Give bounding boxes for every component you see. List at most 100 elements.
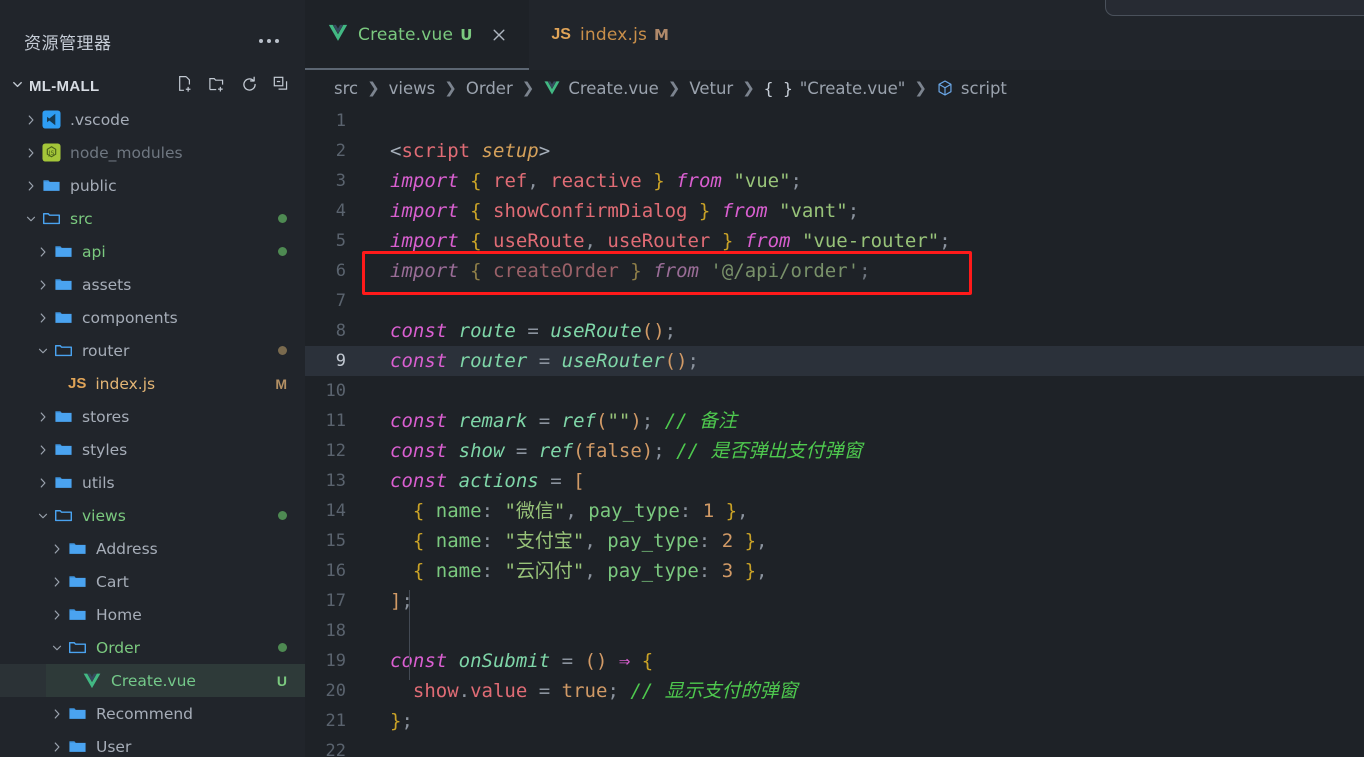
tab-create-vue[interactable]: Create.vue U	[305, 0, 530, 70]
tree-item-components[interactable]: components	[0, 301, 305, 334]
chevron-right-icon[interactable]	[34, 311, 52, 325]
tree-item-utils[interactable]: utils	[0, 466, 305, 499]
explorer-title-bar: 资源管理器	[0, 12, 305, 70]
code-line-3[interactable]: 3 import { ref, reactive } from "vue";	[305, 166, 1364, 196]
breadcrumb-item-order[interactable]: Order	[466, 79, 513, 98]
chevron-right-icon[interactable]	[22, 146, 40, 160]
code-text: import { createOrder } from '@/api/order…	[390, 260, 871, 282]
chevron-down-icon[interactable]	[10, 77, 25, 97]
tree-item-label: node_modules	[70, 143, 183, 162]
chevron-right-icon[interactable]	[48, 608, 66, 622]
code-line-18[interactable]: 18	[305, 616, 1364, 646]
line-number: 1	[335, 111, 346, 131]
tree-item-node-modules[interactable]: JS node_modules	[0, 136, 305, 169]
code-line-9[interactable]: 9 const router = useRouter();	[305, 346, 1364, 376]
tree-item-order[interactable]: Order	[0, 631, 305, 664]
tab-index-js[interactable]: JS index.js M	[529, 0, 689, 70]
chevron-right-icon[interactable]	[34, 476, 52, 490]
chevron-right-icon[interactable]	[48, 542, 66, 556]
tree-item-recommend[interactable]: Recommend	[0, 697, 305, 730]
ellipsis-icon[interactable]	[255, 33, 283, 49]
tree-item-cart[interactable]: Cart	[0, 565, 305, 598]
code-text: const remark = ref(""); // 备注	[390, 410, 738, 432]
chevron-right-icon[interactable]	[34, 443, 52, 457]
code-line-10[interactable]: 10	[305, 376, 1364, 406]
code-line-12[interactable]: 12 const show = ref(false); // 是否弹出支付弹窗	[305, 436, 1364, 466]
code-line-1[interactable]: 1	[305, 106, 1364, 136]
chevron-right-icon[interactable]	[48, 575, 66, 589]
tree-item-user[interactable]: User	[0, 730, 305, 757]
tree-item-address[interactable]: Address	[0, 532, 305, 565]
line-number: 9	[335, 351, 346, 371]
code-line-6[interactable]: 6 import { createOrder } from '@/api/orde…	[305, 256, 1364, 286]
breadcrumb-item-views[interactable]: views	[389, 79, 436, 98]
tree-item--vscode[interactable]: .vscode	[0, 103, 305, 136]
quick-input-widget[interactable]	[1105, 0, 1364, 16]
code-lines: 1 2 <script setup> 3 import { ref, reactive …	[305, 106, 1364, 757]
code-line-16[interactable]: 16 { name: "云闪付", pay_type: 3 },	[305, 556, 1364, 586]
tree-item-label: components	[82, 308, 178, 327]
line-number: 18	[325, 621, 346, 641]
breadcrumb-item-symbol-file[interactable]: { } "Create.vue"	[764, 79, 906, 98]
breadcrumb-label: Create.vue	[568, 78, 659, 98]
code-line-2[interactable]: 2 <script setup>	[305, 136, 1364, 166]
chevron-right-icon[interactable]	[22, 179, 40, 193]
tree-item-src[interactable]: src	[0, 202, 305, 235]
tree-item-label: src	[70, 209, 93, 228]
code-line-17[interactable]: 17];	[305, 586, 1364, 616]
collapse-all-icon[interactable]	[272, 75, 291, 99]
tree-item-styles[interactable]: styles	[0, 433, 305, 466]
code-line-8[interactable]: 8 const route = useRoute();	[305, 316, 1364, 346]
tree-item-router[interactable]: router	[0, 334, 305, 367]
tree-item-index-js[interactable]: JS index.js M	[0, 367, 305, 400]
code-line-22[interactable]: 22	[305, 736, 1364, 757]
code-line-20[interactable]: 20 show.value = true; // 显示支付的弹窗	[305, 676, 1364, 706]
code-line-13[interactable]: 13 const actions = [	[305, 466, 1364, 496]
line-number: 2	[335, 141, 346, 161]
chevron-down-icon[interactable]	[22, 212, 40, 226]
folder-icon	[54, 440, 73, 459]
tree-item-views[interactable]: views	[0, 499, 305, 532]
code-line-5[interactable]: 5 import { useRoute, useRouter } from "vu…	[305, 226, 1364, 256]
breadcrumb-item-script[interactable]: script	[936, 79, 1007, 98]
chevron-right-icon[interactable]	[34, 245, 52, 259]
tree-item-stores[interactable]: stores	[0, 400, 305, 433]
code-text: show.value = true; // 显示支付的弹窗	[412, 680, 798, 702]
tree-item-home[interactable]: Home	[0, 598, 305, 631]
chevron-down-icon[interactable]	[48, 641, 66, 655]
code-line-21[interactable]: 21};	[305, 706, 1364, 736]
chevron-right-icon[interactable]	[34, 278, 52, 292]
close-icon[interactable]	[489, 25, 509, 45]
explorer-sidebar: 资源管理器 ML-MALL .vscode JS node_modules pu…	[0, 0, 305, 757]
refresh-icon[interactable]	[240, 75, 259, 99]
folder-icon	[68, 572, 87, 591]
chevron-right-icon[interactable]	[22, 113, 40, 127]
explorer-title: 资源管理器	[24, 33, 112, 54]
tree-item-create-vue[interactable]: Create.vue U	[0, 664, 305, 697]
code-line-14[interactable]: 14 { name: "微信", pay_type: 1 },	[305, 496, 1364, 526]
code-line-7[interactable]: 7	[305, 286, 1364, 316]
new-file-icon[interactable]	[176, 75, 195, 99]
chevron-right-icon[interactable]	[34, 410, 52, 424]
chevron-right-icon[interactable]	[48, 707, 66, 721]
node-icon: JS	[42, 143, 61, 162]
breadcrumb-item-src[interactable]: src	[334, 79, 358, 98]
code-editor[interactable]: 1 2 <script setup> 3 import { ref, reactive …	[305, 106, 1364, 757]
chevron-right-icon[interactable]	[48, 740, 66, 754]
code-line-19[interactable]: 19 const onSubmit = () ⇒ {	[305, 646, 1364, 676]
tree-item-api[interactable]: api	[0, 235, 305, 268]
breadcrumb-item-create-vue[interactable]: Create.vue	[543, 78, 659, 98]
code-line-15[interactable]: 15 { name: "支付宝", pay_type: 2 },	[305, 526, 1364, 556]
tree-item-label: Cart	[96, 572, 129, 591]
workspace-root-row[interactable]: ML-MALL	[0, 70, 305, 103]
tab-label: index.js	[579, 25, 648, 45]
git-status-dot	[278, 247, 287, 256]
new-folder-icon[interactable]	[208, 75, 227, 99]
code-line-4[interactable]: 4 import { showConfirmDialog } from "vant…	[305, 196, 1364, 226]
code-line-11[interactable]: 11 const remark = ref(""); // 备注	[305, 406, 1364, 436]
tree-item-public[interactable]: public	[0, 169, 305, 202]
breadcrumb-item-vetur[interactable]: Vetur	[689, 79, 733, 98]
chevron-down-icon[interactable]	[34, 509, 52, 523]
chevron-down-icon[interactable]	[34, 344, 52, 358]
tree-item-assets[interactable]: assets	[0, 268, 305, 301]
